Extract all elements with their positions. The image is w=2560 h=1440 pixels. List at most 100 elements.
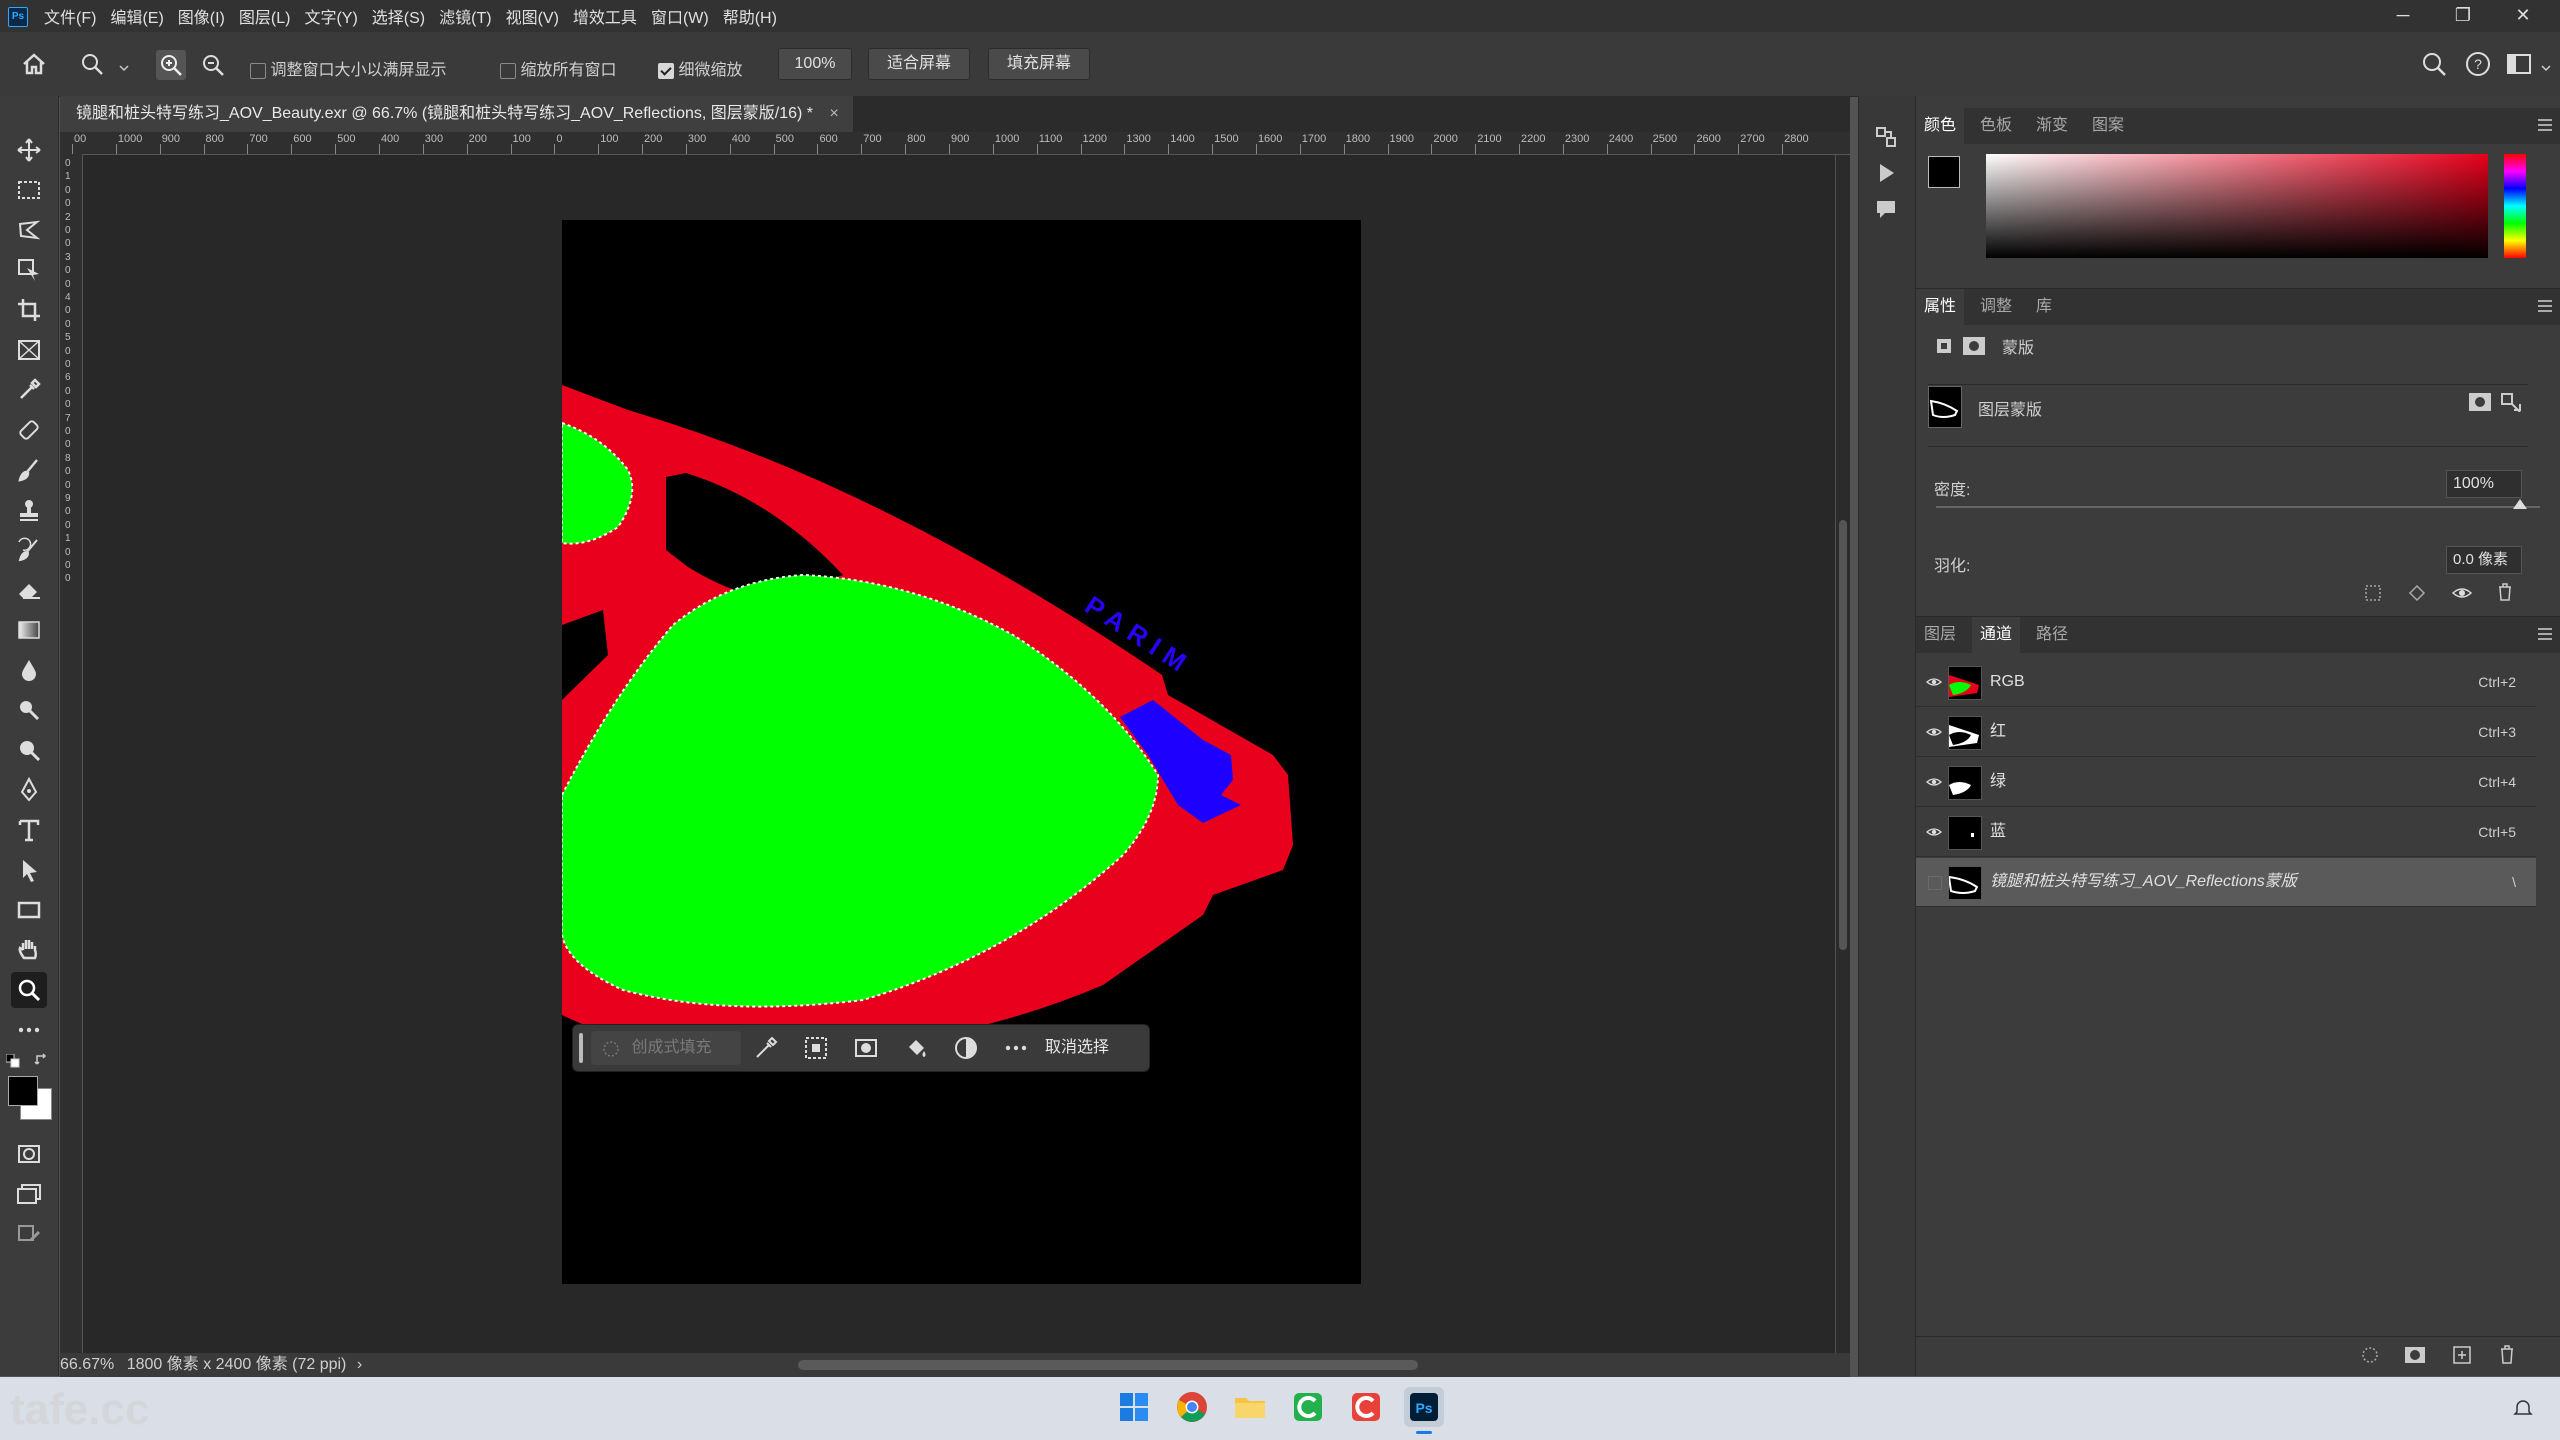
comments-icon[interactable] <box>1873 196 1899 222</box>
search-icon[interactable] <box>2420 50 2448 78</box>
marquee-tool-icon[interactable] <box>11 172 47 208</box>
zoom-all-checkbox[interactable] <box>500 62 516 79</box>
document-canvas[interactable]: PARIM <box>83 155 1835 1353</box>
hidden-eye-box[interactable] <box>1928 876 1942 890</box>
vertical-scrollbar[interactable] <box>1836 155 1850 1353</box>
brush-tool-icon[interactable] <box>11 452 47 488</box>
actions-play-icon[interactable] <box>1873 160 1899 186</box>
menu-image[interactable]: 图像(I) <box>178 4 225 28</box>
tab-gradients[interactable]: 渐变 <box>2028 108 2076 144</box>
menu-edit[interactable]: 编辑(E) <box>110 4 163 28</box>
eye-icon[interactable] <box>1926 674 1942 690</box>
resize-windows-checkbox[interactable] <box>250 62 266 79</box>
apply-mask-footer-icon[interactable] <box>2408 584 2426 602</box>
frame-tool-icon[interactable] <box>11 332 47 368</box>
visibility-eye-icon[interactable] <box>2451 584 2473 602</box>
file-explorer-icon[interactable] <box>1230 1387 1270 1427</box>
app-green-icon[interactable] <box>1288 1387 1328 1427</box>
tab-properties[interactable]: 属性 <box>1916 289 1965 325</box>
restore-button[interactable]: ❐ <box>2434 0 2492 32</box>
healing-brush-tool-icon[interactable] <box>11 412 47 448</box>
more-options-icon[interactable] <box>1003 1035 1029 1061</box>
eye-icon[interactable] <box>1926 824 1942 840</box>
pixel-mask-icon[interactable] <box>1934 336 1954 356</box>
move-tool-icon[interactable] <box>11 132 47 168</box>
default-colors-icon[interactable] <box>5 1053 20 1068</box>
vector-mask-icon[interactable] <box>1962 336 1986 356</box>
path-select-tool-icon[interactable] <box>11 852 47 888</box>
fit-screen-button[interactable]: 适合屏幕 <box>868 48 970 80</box>
status-zoom[interactable]: 66.67% <box>60 1356 114 1373</box>
menu-window[interactable]: 窗口(W) <box>651 4 709 28</box>
fill-screen-button[interactable]: 填充屏幕 <box>988 48 1090 80</box>
zoom-in-icon[interactable] <box>156 50 186 80</box>
clone-stamp-tool-icon[interactable] <box>11 492 47 528</box>
tab-adjustments[interactable]: 调整 <box>1972 289 2020 325</box>
channel-row-mask[interactable]: 镜腿和桩头特写练习_AOV_Reflections蒙版 \ <box>1916 858 2536 907</box>
adjustment-icon[interactable] <box>953 1035 979 1061</box>
scrubby-zoom-option[interactable]: 细微缩放 <box>658 56 742 80</box>
channel-row-blue[interactable]: 蓝 Ctrl+5 <box>1916 808 2536 857</box>
create-mask-icon[interactable] <box>853 1035 879 1061</box>
chevron-down-icon[interactable] <box>118 60 130 72</box>
zoom-percent-field[interactable]: 100% <box>778 48 852 80</box>
properties-panel-menu-icon[interactable] <box>2538 300 2552 302</box>
generative-fill-button[interactable]: 创成式填充 <box>591 1031 741 1065</box>
foreground-color-swatch[interactable] <box>8 1076 38 1106</box>
density-slider-thumb[interactable] <box>2513 499 2527 509</box>
menu-layer[interactable]: 图层(L) <box>239 4 291 28</box>
zoom-all-option[interactable]: 缩放所有窗口 <box>500 56 616 80</box>
history-brush-tool-icon[interactable] <box>11 532 47 568</box>
delete-mask-icon[interactable] <box>2496 582 2514 602</box>
eyedropper-tool-icon[interactable] <box>11 372 47 408</box>
select-subject-icon[interactable] <box>803 1035 829 1061</box>
blur-tool-icon[interactable] <box>11 652 47 688</box>
menu-plugins[interactable]: 增效工具 <box>573 4 637 28</box>
eye-icon[interactable] <box>1926 724 1942 740</box>
notification-icon[interactable] <box>2512 1397 2534 1419</box>
density-slider[interactable] <box>1936 506 2540 508</box>
scrubby-zoom-checkbox[interactable] <box>658 62 674 79</box>
dodge-tool-icon[interactable] <box>11 692 47 728</box>
modify-selection-icon[interactable] <box>753 1035 779 1061</box>
delete-channel-icon[interactable] <box>2498 1343 2516 1365</box>
drag-handle[interactable] <box>579 1033 583 1063</box>
eye-icon[interactable] <box>1926 774 1942 790</box>
channel-row-red[interactable]: 红 Ctrl+3 <box>1916 708 2536 757</box>
home-icon[interactable] <box>20 50 48 78</box>
menu-view[interactable]: 视图(V) <box>506 4 559 28</box>
tab-swatches[interactable]: 色板 <box>1972 108 2020 144</box>
tab-patterns[interactable]: 图案 <box>2084 108 2132 144</box>
type-tool-icon[interactable] <box>11 812 47 848</box>
close-tab-icon[interactable]: × <box>829 105 838 122</box>
menu-select[interactable]: 选择(S) <box>372 4 425 28</box>
zoom-out-icon[interactable] <box>198 50 228 80</box>
horizontal-scroll-thumb[interactable] <box>798 1360 1418 1370</box>
workspace-icon[interactable] <box>2506 52 2534 76</box>
edit-toolbar-icon[interactable] <box>11 1216 47 1252</box>
vertical-scroll-thumb[interactable] <box>1839 520 1847 950</box>
resize-windows-option[interactable]: 调整窗口大小以满屏显示 <box>250 56 446 80</box>
tab-layers[interactable]: 图层 <box>1916 617 1964 653</box>
status-arrow[interactable]: › <box>357 1356 362 1373</box>
screen-mode-icon[interactable] <box>11 1176 47 1212</box>
new-channel-icon[interactable] <box>2452 1345 2472 1365</box>
document-tab[interactable]: 镜腿和桩头特写练习_AOV_Beauty.exr @ 66.7% (镜腿和桩头特… <box>60 96 853 132</box>
object-select-tool-icon[interactable] <box>11 252 47 288</box>
feather-field[interactable]: 0.0 像素 <box>2446 546 2522 574</box>
save-selection-channel-icon[interactable] <box>2404 1345 2426 1365</box>
fill-selection-icon[interactable] <box>903 1035 929 1061</box>
zoom-tool-icon[interactable] <box>80 52 106 78</box>
sponge-tool-icon[interactable] <box>11 732 47 768</box>
canvas-area[interactable]: PARIM <box>83 155 1835 1353</box>
start-menu-icon[interactable] <box>1114 1387 1154 1427</box>
color-field[interactable] <box>1986 154 2488 258</box>
zoom-tool-active-icon[interactable] <box>11 972 47 1008</box>
color-fg-swatch[interactable] <box>1928 156 1960 188</box>
deselect-button[interactable]: 取消选择 <box>1045 1025 1109 1071</box>
layers-panel-menu-icon[interactable] <box>2538 628 2552 630</box>
gradient-tool-icon[interactable] <box>11 612 47 648</box>
channel-row-rgb[interactable]: RGB Ctrl+2 <box>1916 658 2536 707</box>
channel-row-green[interactable]: 绿 Ctrl+4 <box>1916 758 2536 807</box>
apply-mask-icon[interactable] <box>2500 392 2522 413</box>
